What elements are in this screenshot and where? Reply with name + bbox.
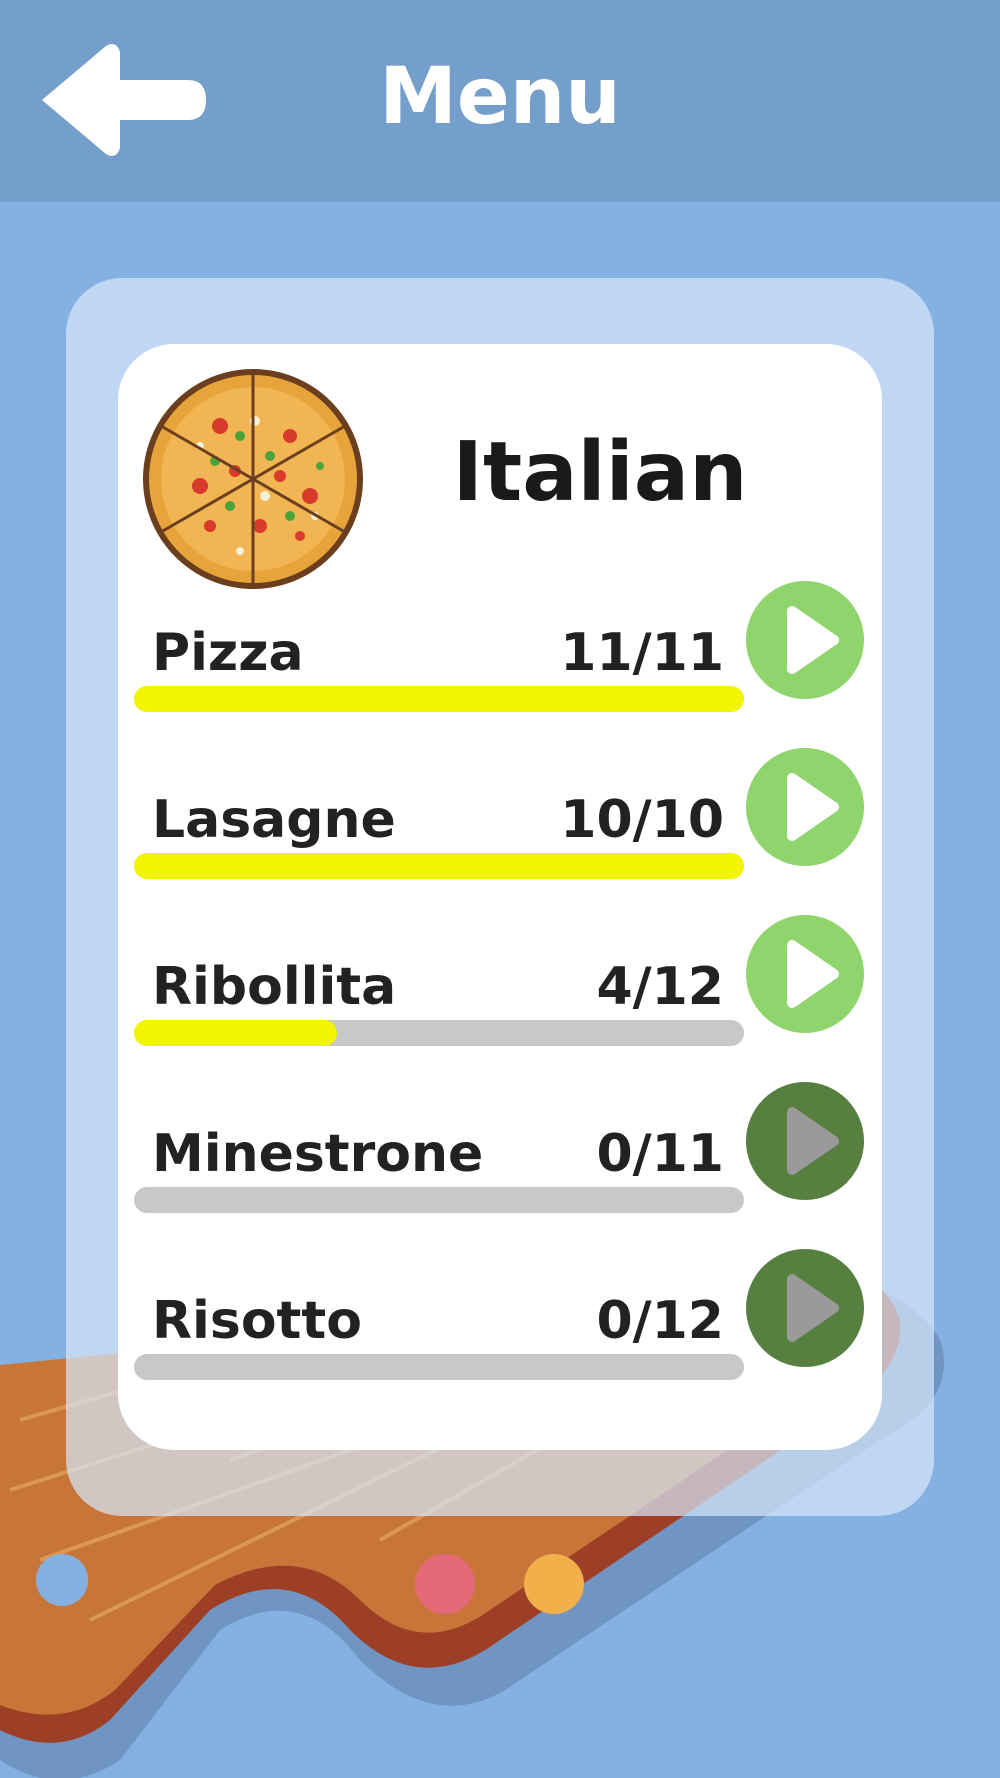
dish-progress-count: 0/11 [596,1124,724,1184]
dish-progress-count: 4/12 [596,957,724,1017]
progress-fill [134,686,744,712]
pizza-image [143,369,363,589]
dish-row-lasagne: Lasagne 10/10 [0,748,1000,924]
play-icon [787,940,839,1008]
play-button-lasagne[interactable] [746,748,864,866]
progress-bar [134,1187,744,1213]
play-icon [787,773,839,841]
progress-fill [134,1020,338,1046]
dish-row-risotto: Risotto 0/12 [0,1249,1000,1425]
play-icon [787,606,839,674]
progress-bar [134,853,744,879]
dish-progress-count: 0/12 [596,1291,724,1351]
progress-bar [134,1020,744,1046]
dish-progress-count: 10/10 [560,790,724,850]
dish-name: Risotto [152,1291,362,1351]
top-bar: Menu [0,0,1000,202]
progress-bar [134,686,744,712]
play-button-ribollita[interactable] [746,915,864,1033]
dish-name: Lasagne [152,790,396,850]
play-button-risotto[interactable] [746,1249,864,1367]
dish-row-ribollita: Ribollita 4/12 [0,915,1000,1091]
play-icon [787,1274,839,1342]
dish-name: Minestrone [152,1124,484,1184]
page-title: Menu [379,52,621,142]
dish-row-pizza: Pizza 11/11 [0,581,1000,757]
dish-name: Ribollita [152,957,397,1017]
dish-row-minestrone: Minestrone 0/11 [0,1082,1000,1258]
play-icon [787,1107,839,1175]
play-button-minestrone[interactable] [746,1082,864,1200]
category-title: Italian [452,425,748,520]
progress-fill [134,853,744,879]
progress-bar [134,1354,744,1380]
dish-progress-count: 11/11 [560,623,724,683]
dish-name: Pizza [152,623,304,683]
play-button-pizza[interactable] [746,581,864,699]
